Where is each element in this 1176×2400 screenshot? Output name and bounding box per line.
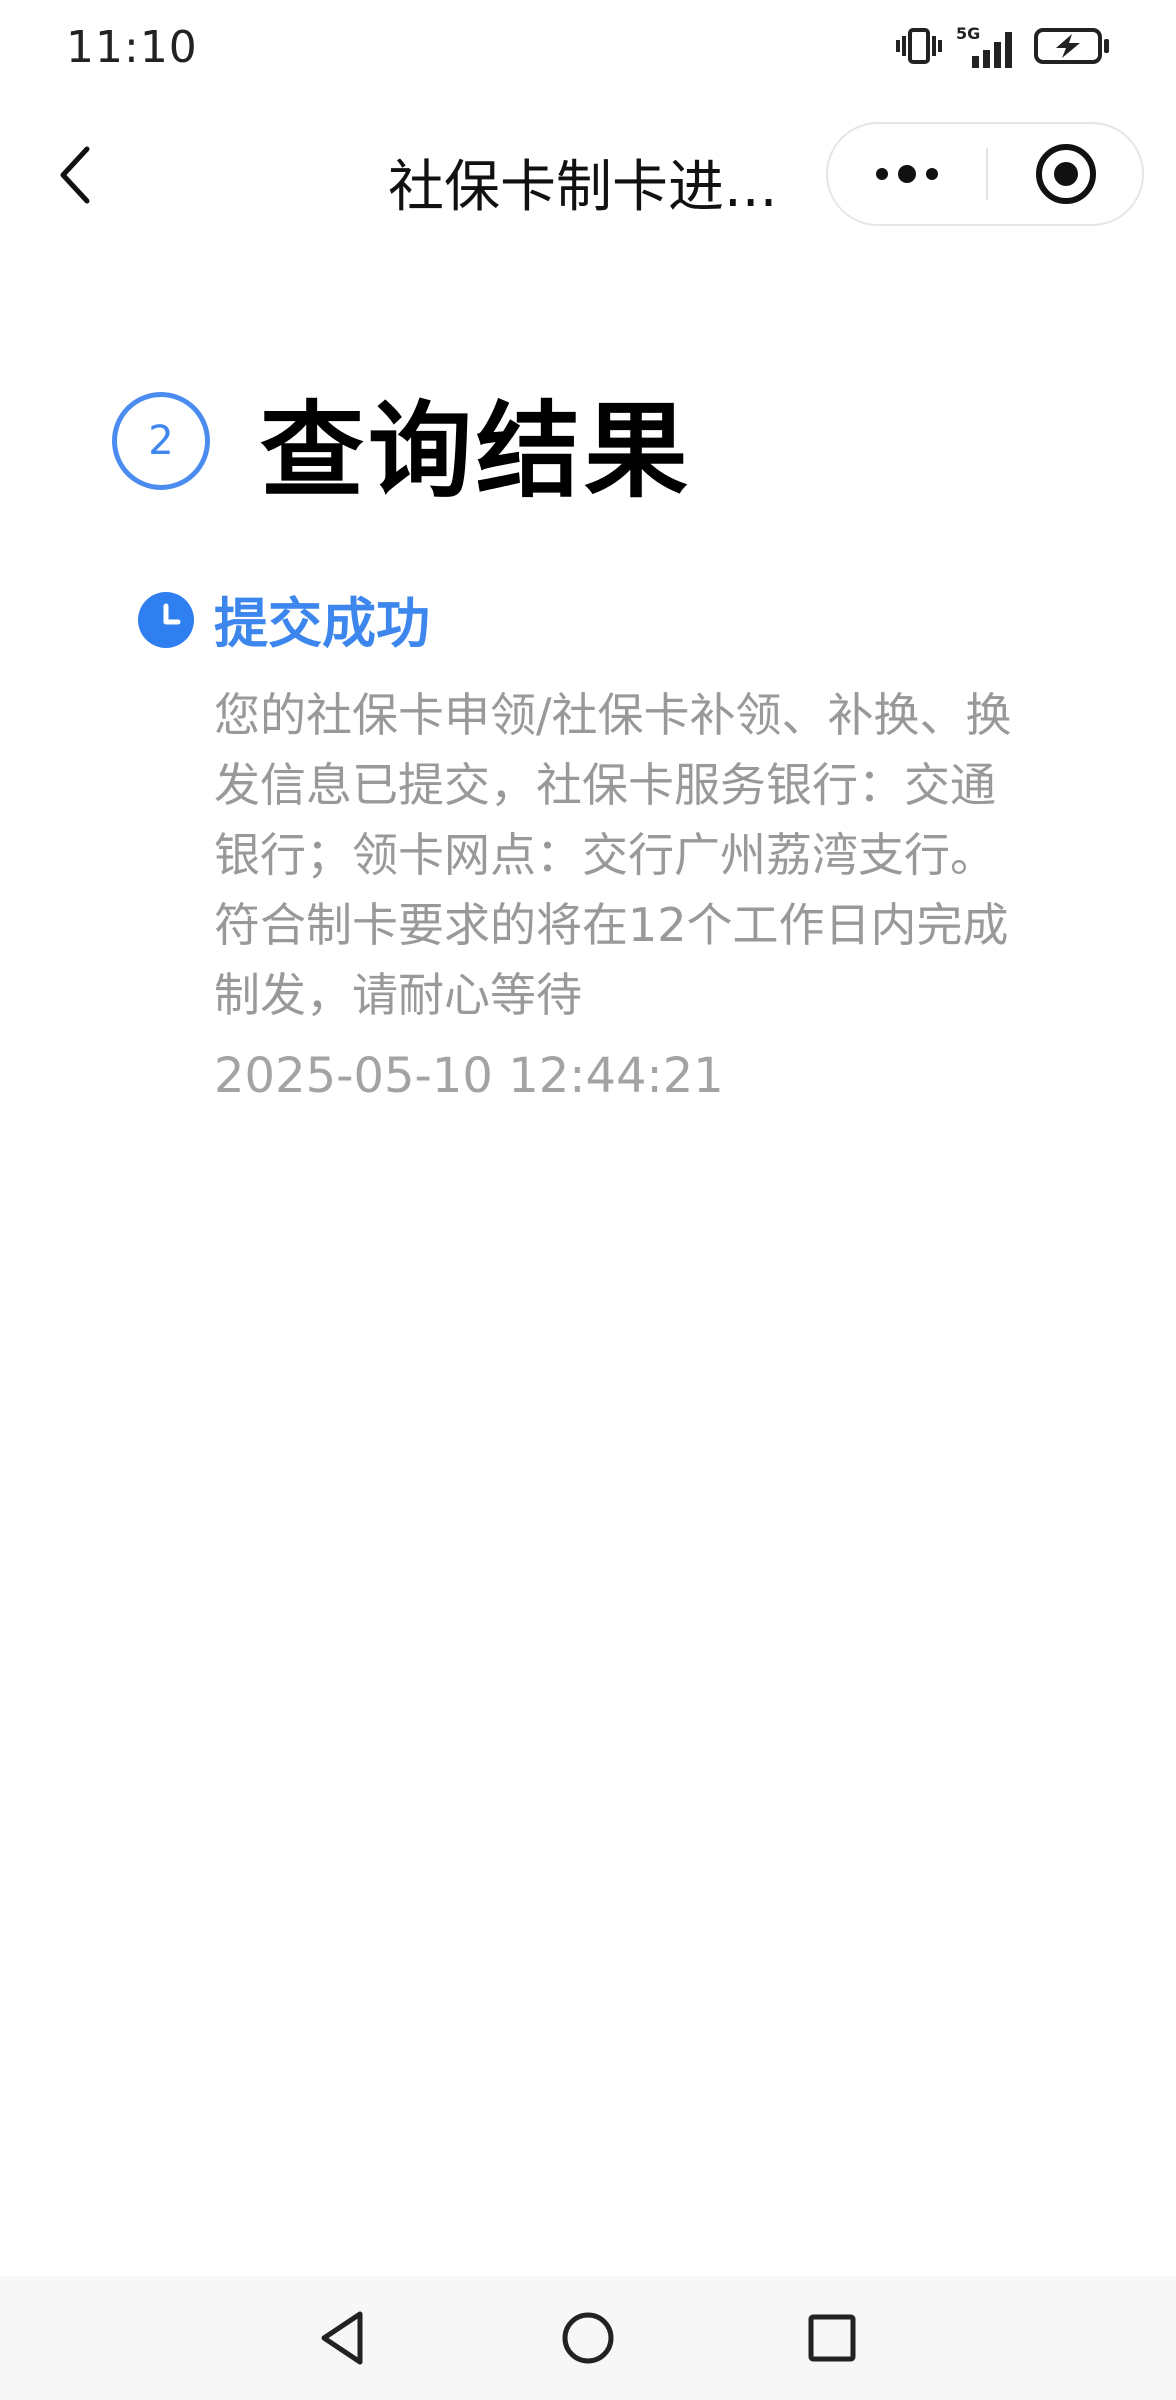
battery-charging-icon [1034, 26, 1110, 70]
signal-icon: 5G [956, 24, 1020, 70]
status-time: 11:10 [66, 22, 198, 73]
more-icon [876, 165, 938, 183]
close-target-icon [1036, 144, 1096, 204]
system-back-button[interactable] [302, 2298, 382, 2378]
vibrate-icon [896, 26, 942, 70]
status-icons: 5G [896, 24, 1110, 70]
back-icon [60, 146, 90, 204]
status-bar: 11:10 5G [0, 0, 1176, 100]
clock-icon [138, 592, 194, 648]
system-home-button[interactable] [548, 2298, 628, 2378]
home-circle-icon [562, 2312, 614, 2364]
close-button[interactable] [988, 124, 1144, 224]
nav-bar: 社保卡制卡进... [0, 110, 1176, 240]
step-title: 查询结果 [260, 389, 693, 512]
more-button[interactable] [828, 124, 986, 224]
page-title: 社保卡制卡进... [388, 155, 778, 220]
back-triangle-icon [321, 2311, 363, 2365]
timeline-timestamp: 2025-05-10 12:44:21 [214, 1048, 724, 1104]
system-recents-button[interactable] [792, 2298, 872, 2378]
step-number: 2 [148, 418, 174, 464]
step-header: 2 查询结果 [112, 386, 692, 512]
recents-square-icon [808, 2314, 856, 2362]
timeline-status: 提交成功 [214, 592, 430, 655]
system-nav-bar [0, 2276, 1176, 2400]
step-number-badge: 2 [112, 392, 210, 490]
back-button[interactable] [40, 140, 110, 210]
mini-program-capsule [826, 122, 1144, 226]
timeline-description: 您的社保卡申领/社保卡补领、补换、换发信息已提交，社保卡服务银行：交通银行；领卡… [214, 688, 1012, 1022]
